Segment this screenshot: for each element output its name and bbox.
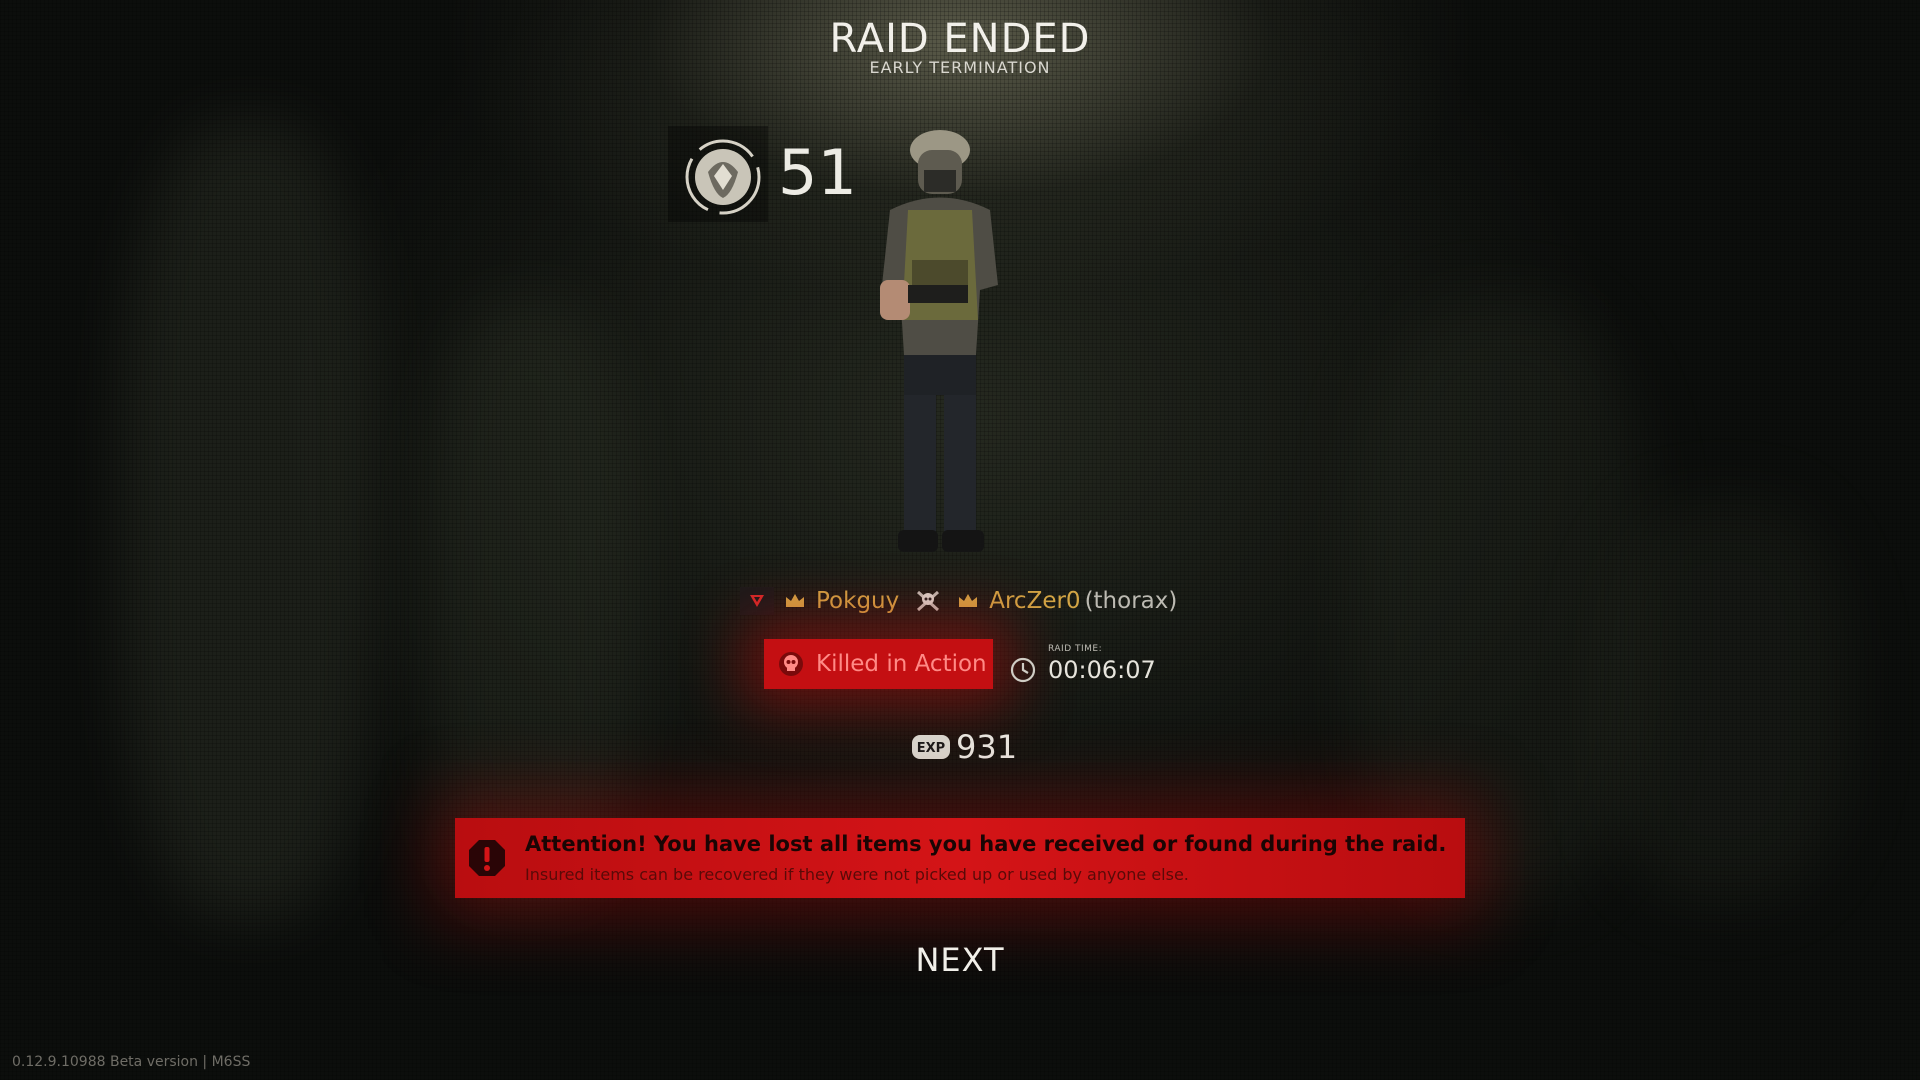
status-badge: Killed in Action (764, 639, 993, 689)
exp-icon: EXP (912, 735, 950, 759)
warning-subtitle: Insured items can be recovered if they w… (525, 865, 1189, 884)
page-subtitle: EARLY TERMINATION (869, 58, 1051, 77)
next-button[interactable]: NEXT (890, 935, 1030, 985)
raid-time-label: RAID TIME: (1048, 644, 1103, 654)
character-model (880, 130, 998, 552)
killer-hit-zone: (thorax) (1084, 588, 1178, 614)
faction-badge-icon (740, 587, 774, 615)
skull-icon (779, 652, 803, 676)
crown-icon (959, 594, 978, 607)
exp-value: 931 (956, 728, 1018, 766)
version-label: 0.12.9.10988 Beta version | M6SS (12, 1054, 251, 1070)
rank-badge-icon (685, 139, 761, 215)
background-blur (1600, 500, 1850, 900)
level-badge (668, 126, 768, 222)
killer-row: Pokguy ArcZer0 (thorax) (740, 585, 1177, 617)
clock-icon (1010, 657, 1036, 683)
victim-name: Pokguy (816, 588, 900, 614)
killer-name: ArcZer0 (989, 588, 1081, 614)
alert-octagon-icon (469, 840, 505, 876)
raid-time-value: 00:06:07 (1048, 656, 1156, 684)
background-blur (120, 120, 380, 920)
background-blur (1350, 300, 1650, 900)
skull-crossbones-icon (917, 590, 940, 612)
item-loss-warning: Attention! You have lost all items you h… (455, 818, 1465, 898)
exp-badge-text: EXP (917, 741, 945, 756)
raid-ended-screen: RAID ENDED EARLY TERMINATION 51 Pokguy A… (0, 0, 1920, 1080)
warning-title: Attention! You have lost all items you h… (525, 832, 1447, 856)
background-blur (420, 300, 640, 900)
page-title: RAID ENDED (829, 16, 1091, 62)
status-label: Killed in Action (816, 651, 987, 677)
crown-icon (786, 594, 804, 607)
